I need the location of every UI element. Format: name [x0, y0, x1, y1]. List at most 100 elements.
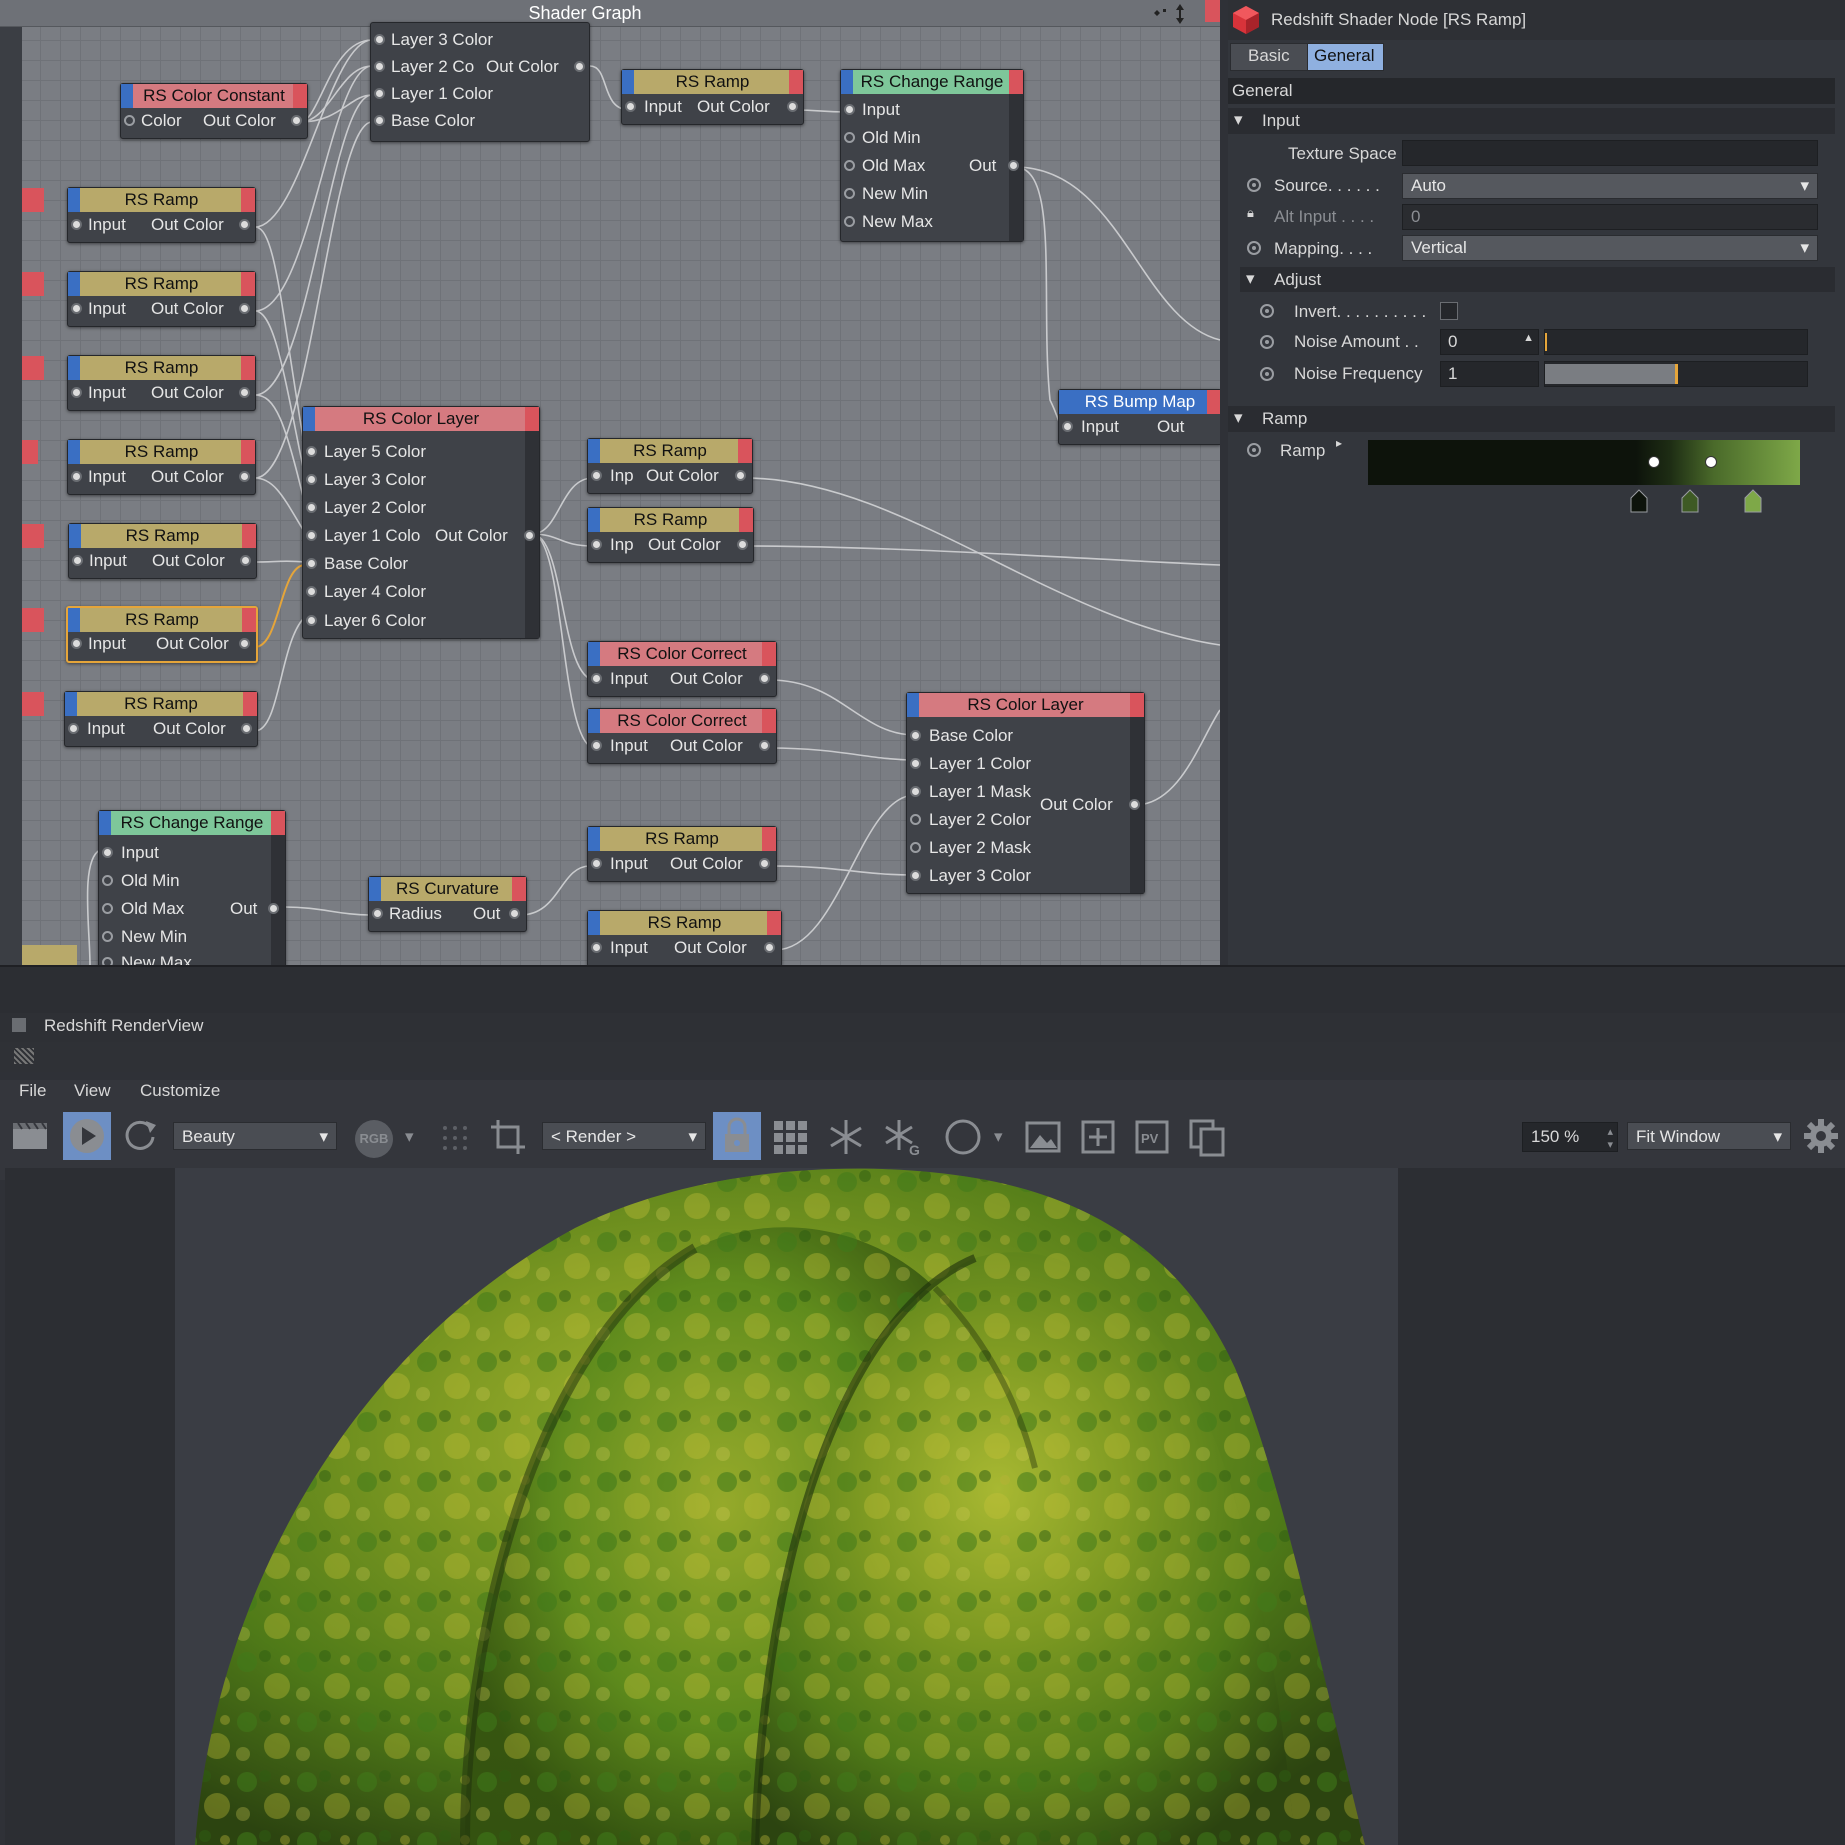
input-port[interactable] — [910, 842, 921, 853]
freeze-geometry-icon[interactable]: G — [882, 1117, 922, 1161]
ramp-node-mid[interactable]: RS Ramp Inp Out Color — [587, 507, 754, 563]
output-port[interactable] — [239, 303, 250, 314]
color-layer-node[interactable]: RS Color Layer Layer 5 Color Layer 3 Col… — [302, 406, 540, 639]
gear-icon[interactable] — [1801, 1116, 1841, 1160]
ramp-interpolation-knot[interactable] — [1648, 456, 1660, 468]
ramp-node-left[interactable]: RS Ramp Input Out Color — [64, 691, 258, 747]
mapping-keyframe-icon[interactable] — [1247, 241, 1261, 255]
input-port[interactable] — [910, 786, 921, 797]
input-port[interactable] — [102, 903, 113, 914]
input-port[interactable] — [71, 638, 82, 649]
input-port[interactable] — [844, 160, 855, 171]
output-port[interactable] — [239, 219, 250, 230]
noise-amount-input[interactable]: 0 ▲ — [1440, 329, 1539, 355]
output-port[interactable] — [524, 530, 535, 541]
input-port[interactable] — [844, 104, 855, 115]
input-port[interactable] — [102, 875, 113, 886]
noise-frequency-input[interactable]: 1 — [1440, 361, 1539, 387]
input-port[interactable] — [306, 474, 317, 485]
copy-icon[interactable] — [1187, 1117, 1227, 1161]
output-port[interactable] — [574, 61, 585, 72]
add-snapshot-icon[interactable] — [1078, 1117, 1118, 1161]
refresh-icon[interactable] — [120, 1115, 160, 1159]
crop-icon[interactable] — [488, 1117, 528, 1161]
input-port[interactable] — [306, 530, 317, 541]
mapping-dropdown[interactable]: Vertical ▾ — [1402, 235, 1818, 261]
input-port[interactable] — [306, 615, 317, 626]
output-port[interactable] — [759, 740, 770, 751]
input-port[interactable] — [844, 132, 855, 143]
output-port[interactable] — [1129, 799, 1140, 810]
texture-space-field[interactable] — [1402, 140, 1818, 166]
input-port[interactable] — [71, 219, 82, 230]
output-port[interactable] — [509, 908, 520, 919]
input-port[interactable] — [910, 758, 921, 769]
aov-dropdown[interactable]: Beauty ▾ — [173, 1122, 337, 1150]
graph-navigate-icon[interactable] — [1150, 2, 1194, 24]
pv-icon[interactable]: PV — [1132, 1117, 1172, 1161]
ramp-keyframe-icon[interactable] — [1247, 443, 1261, 457]
input-port[interactable] — [306, 586, 317, 597]
lock-render-button[interactable] — [713, 1112, 761, 1160]
output-port[interactable] — [759, 858, 770, 869]
input-port[interactable] — [102, 847, 113, 858]
output-port[interactable] — [1008, 160, 1019, 171]
camera-dropdown[interactable]: < Render > ▾ — [542, 1122, 706, 1150]
source-keyframe-icon[interactable] — [1247, 178, 1261, 192]
output-port[interactable] — [268, 903, 279, 914]
grid-dots-icon[interactable] — [435, 1118, 475, 1162]
ramp-node-top[interactable]: RS Ramp Input Out Color — [621, 69, 804, 125]
curvature-node[interactable]: RS Curvature Radius Out — [368, 876, 527, 932]
menu-view[interactable]: View — [74, 1081, 111, 1101]
slider-handle[interactable] — [1675, 364, 1678, 384]
zoom-input[interactable]: 150 % ▴ ▾ — [1522, 1122, 1618, 1152]
input-group-header[interactable] — [1228, 108, 1835, 134]
input-port[interactable] — [102, 957, 113, 965]
input-port[interactable] — [591, 470, 602, 481]
input-port[interactable] — [374, 34, 385, 45]
grip-handle-icon[interactable] — [14, 1048, 34, 1064]
ramp-node-low[interactable]: RS Ramp Input Out Color — [587, 910, 782, 965]
output-port[interactable] — [787, 101, 798, 112]
input-port[interactable] — [591, 740, 602, 751]
color-correct-node[interactable]: RS Color Correct Input Out Color — [587, 708, 777, 764]
input-port[interactable] — [72, 555, 83, 566]
ramp-knots[interactable] — [1628, 488, 1808, 514]
input-port[interactable] — [372, 908, 383, 919]
input-port[interactable] — [71, 471, 82, 482]
change-range-node-low[interactable]: RS Change Range Input Old Min Old Max Ou… — [98, 810, 286, 965]
invert-checkbox[interactable] — [1440, 302, 1458, 320]
input-port[interactable] — [374, 61, 385, 72]
fit-window-dropdown[interactable]: Fit Window ▾ — [1627, 1122, 1791, 1150]
input-port[interactable] — [68, 723, 79, 734]
menu-file[interactable]: File — [19, 1081, 46, 1101]
input-port[interactable] — [71, 387, 82, 398]
output-port[interactable] — [737, 539, 748, 550]
output-port[interactable] — [764, 942, 775, 953]
slider-handle[interactable] — [1545, 333, 1547, 351]
input-port[interactable] — [910, 870, 921, 881]
output-port[interactable] — [240, 555, 251, 566]
noise-amount-slider[interactable] — [1544, 329, 1808, 355]
input-port[interactable] — [910, 730, 921, 741]
snowflake-icon[interactable] — [826, 1117, 866, 1161]
input-port[interactable] — [591, 673, 602, 684]
circle-overlay-icon[interactable] — [943, 1117, 983, 1161]
ramp-node-left[interactable]: RS Ramp Input Out Color — [68, 523, 257, 579]
color-layer-top-node[interactable]: Layer 3 Color Layer 2 Co Out Color Layer… — [370, 22, 590, 142]
input-port[interactable] — [124, 115, 135, 126]
ramp-gradient[interactable] — [1368, 440, 1800, 485]
input-port[interactable] — [625, 101, 636, 112]
ramp-node-selected[interactable]: RS Ramp Input Out Color — [66, 606, 258, 663]
invert-keyframe-icon[interactable] — [1260, 304, 1274, 318]
stepper-arrows-icon[interactable]: ▴ ▾ — [1607, 1125, 1613, 1151]
input-port[interactable] — [591, 942, 602, 953]
input-port[interactable] — [591, 539, 602, 550]
input-port[interactable] — [374, 88, 385, 99]
image-icon[interactable] — [1023, 1117, 1063, 1161]
ramp-node-left[interactable]: RS Ramp Input Out Color — [67, 439, 256, 495]
input-port[interactable] — [1062, 421, 1073, 432]
color-constant-node[interactable]: RS Color Constant Color Out Color — [120, 83, 308, 139]
input-port[interactable] — [306, 502, 317, 513]
input-port[interactable] — [102, 931, 113, 942]
